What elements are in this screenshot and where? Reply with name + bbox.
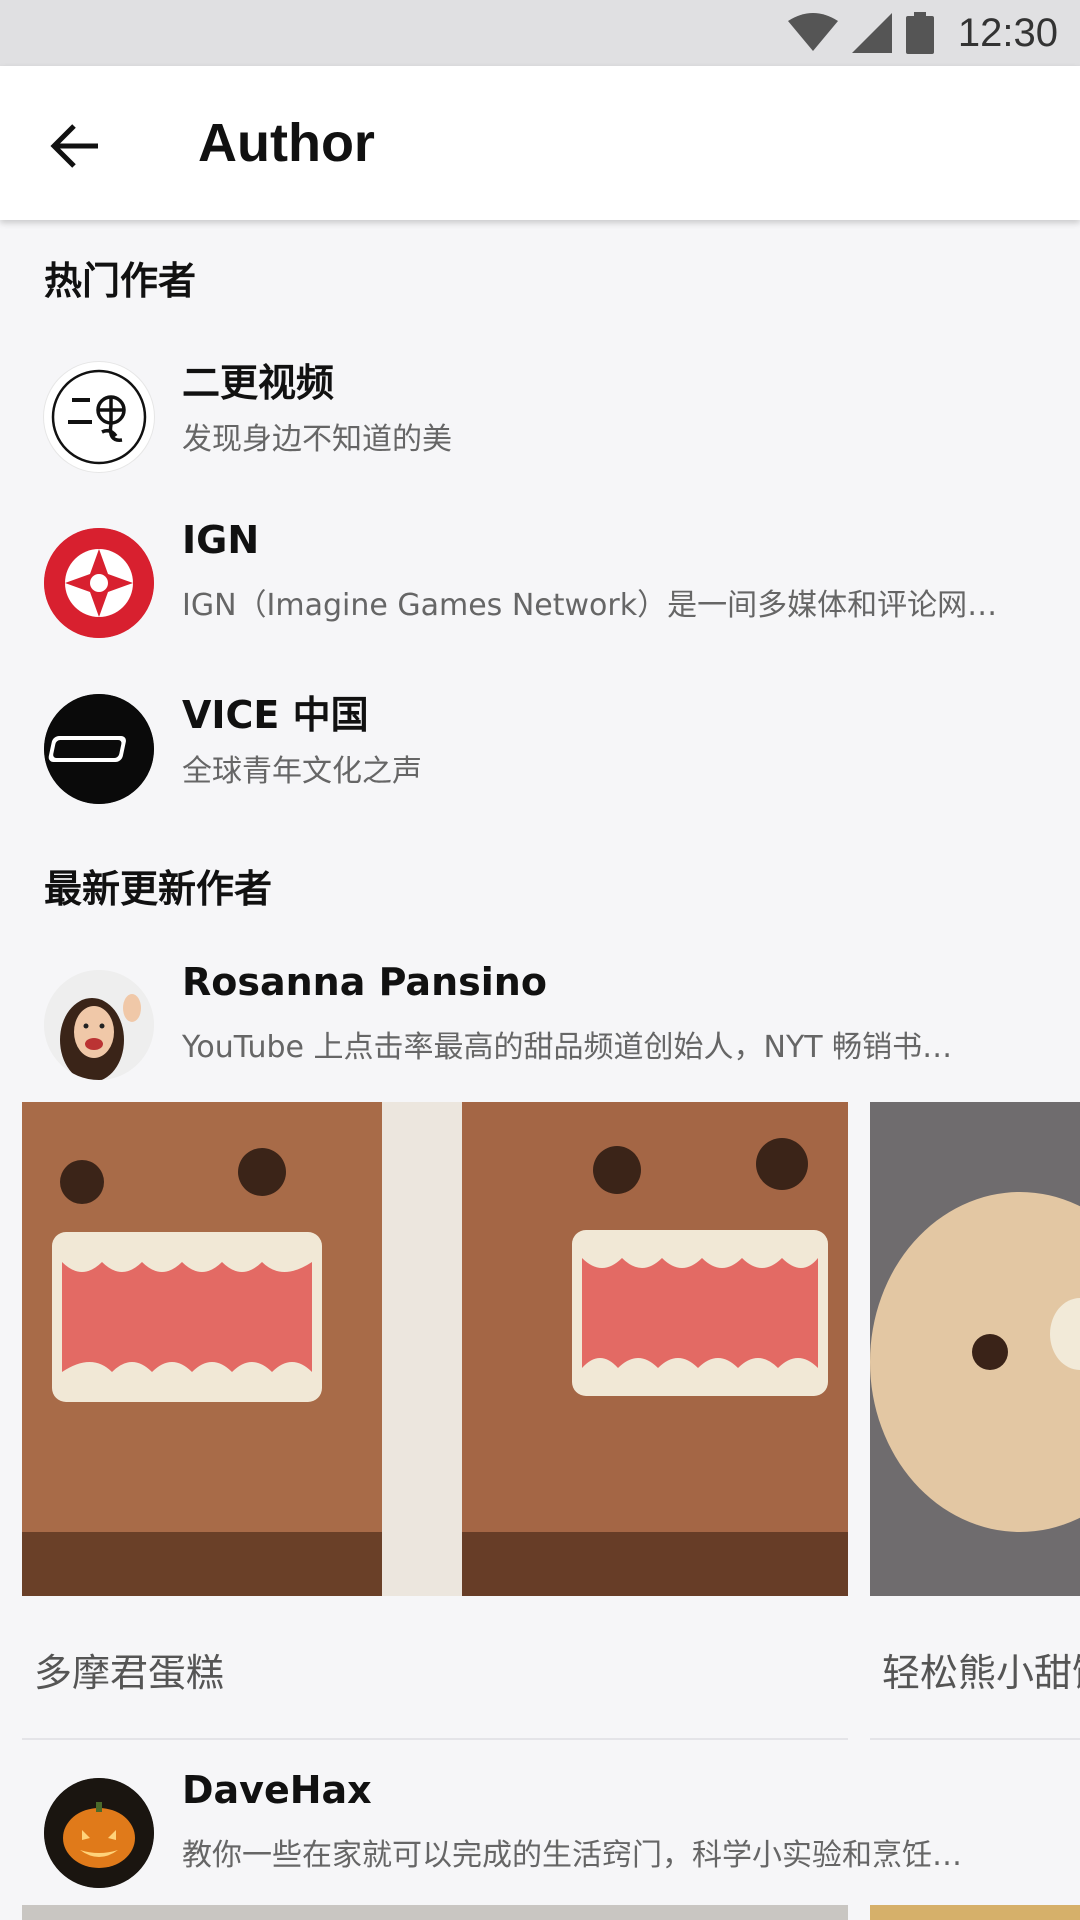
card-divider <box>870 1738 1080 1740</box>
video-title: 轻松熊小甜饼 <box>882 1651 1080 1695</box>
domo-cake-image <box>22 1102 848 1596</box>
author-row-rosanna[interactable]: Rosanna Pansino YouTube 上点击率最高的甜品频道创始人，N… <box>0 960 1080 1086</box>
avatar-vice <box>44 694 154 804</box>
author-row-ign[interactable]: IGN IGN（Imagine Games Network）是一间多媒体和评论网… <box>0 518 1080 644</box>
card-divider <box>22 1738 848 1740</box>
davehax-avatar-icon <box>44 1778 154 1888</box>
avatar-ergeng <box>44 362 154 472</box>
arrow-back-icon <box>50 124 98 168</box>
author-row-vice[interactable]: VICE 中国 全球青年文化之声 <box>0 684 1080 810</box>
wifi-icon <box>787 13 838 51</box>
video-thumbnail-peek <box>22 1905 848 1920</box>
page-title: Author <box>198 113 375 173</box>
author-description: 发现身边不知道的美 <box>182 422 452 457</box>
author-name: IGN <box>182 518 260 562</box>
battery-icon <box>905 12 934 54</box>
author-name: 二更视频 <box>182 361 335 405</box>
avatar-rosanna <box>44 970 154 1080</box>
avatar-davehax <box>44 1778 154 1888</box>
back-button[interactable] <box>36 106 116 186</box>
status-bar: 12:30 <box>0 0 1080 66</box>
status-icons: 12:30 <box>787 10 1058 56</box>
video-card-strip[interactable]: 多摩君蛋糕 轻松熊小甜饼 <box>0 1102 1080 1742</box>
author-name: Rosanna Pansino <box>182 960 547 1004</box>
author-description: 全球青年文化之声 <box>182 754 422 789</box>
status-time: 12:30 <box>957 10 1058 55</box>
ign-logo-icon <box>44 528 154 638</box>
section-title-latest: 最新更新作者 <box>44 867 273 911</box>
video-thumbnail <box>22 1102 848 1596</box>
author-row-davehax[interactable]: DaveHax 教你一些在家就可以完成的生活窍门，科学小实验和烹饪… <box>0 1768 1080 1894</box>
author-name: DaveHax <box>182 1768 372 1812</box>
author-description: 教你一些在家就可以完成的生活窍门，科学小实验和烹饪… <box>182 1838 962 1873</box>
video-title: 多摩君蛋糕 <box>34 1651 225 1695</box>
section-title-popular: 热门作者 <box>44 259 197 303</box>
video-card[interactable]: 轻松熊小甜饼 <box>870 1102 1080 1742</box>
author-name: VICE 中国 <box>182 693 369 737</box>
video-thumbnail-peek <box>870 1905 1080 1920</box>
app-bar: Author <box>0 66 1080 220</box>
vice-logo-icon <box>44 694 154 804</box>
author-row-ergeng[interactable]: 二更视频 发现身边不知道的美 <box>0 352 1080 478</box>
author-description: YouTube 上点击率最高的甜品频道创始人，NYT 畅销书… <box>182 1030 953 1065</box>
video-card[interactable]: 多摩君蛋糕 <box>22 1102 848 1742</box>
ergeng-logo-icon <box>49 367 149 467</box>
video-thumbnail <box>870 1102 1080 1596</box>
avatar-ign <box>44 528 154 638</box>
author-description: IGN（Imagine Games Network）是一间多媒体和评论网… <box>182 588 998 623</box>
cell-signal-icon <box>851 13 892 53</box>
bear-cookie-image <box>870 1102 1080 1596</box>
rosanna-avatar-icon <box>44 970 154 1080</box>
